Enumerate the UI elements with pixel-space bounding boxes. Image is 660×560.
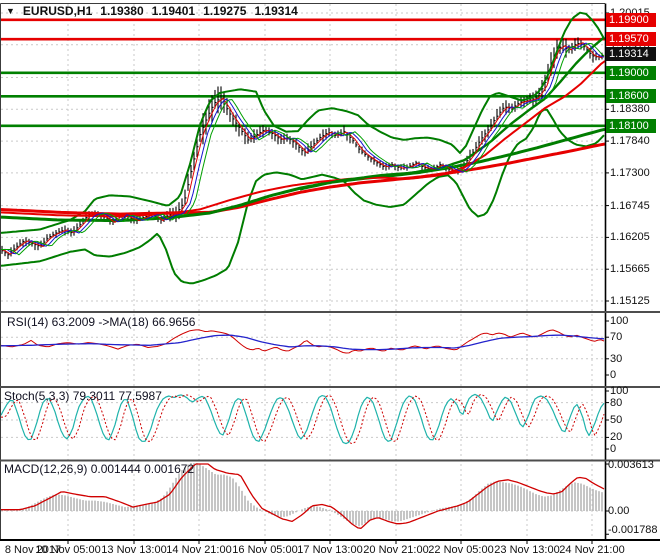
price-low-value: 1.19275 (203, 4, 247, 18)
price-high-value: 1.19401 (151, 4, 196, 18)
rsi-indicator-label: RSI(14) 63.2009 ->MA(18) 66.9656 (7, 315, 196, 329)
macd-indicator-label: MACD(12,26,9) 0.001444 0.001672 (4, 462, 195, 476)
symbol-period-label: EURUSD,H1 (22, 4, 93, 18)
symbol-dropdown-icon[interactable]: ▼ (6, 4, 15, 18)
chart-canvas[interactable] (0, 0, 660, 560)
chart-title: ▼ EURUSD,H1 1.19380 1.19401 1.19275 1.19… (6, 4, 298, 18)
chart-window: ▼ EURUSD,H1 1.19380 1.19401 1.19275 1.19… (0, 0, 660, 560)
price-open-value: 1.19380 (100, 4, 144, 18)
stoch-indicator-label: Stoch(5,3,3) 79.3011 77.5987 (4, 389, 162, 403)
price-close-value: 1.19314 (254, 4, 298, 18)
